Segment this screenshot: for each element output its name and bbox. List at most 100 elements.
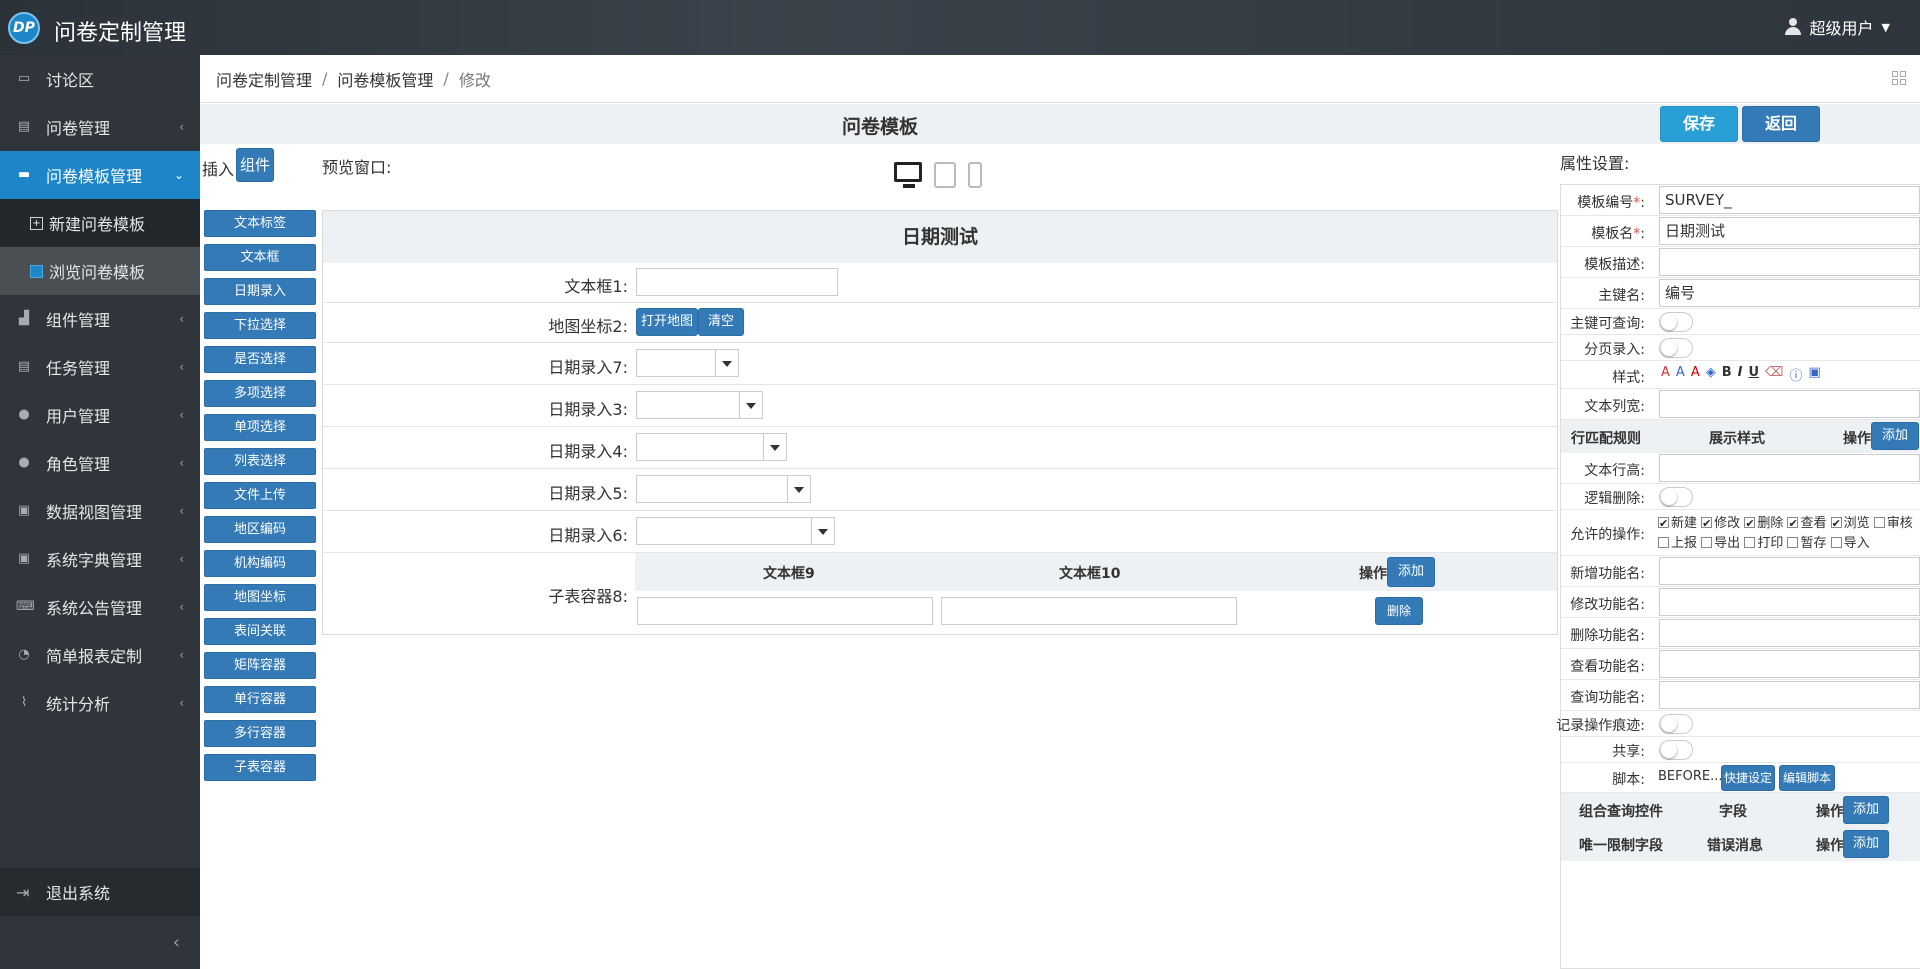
dropdown-arrow-icon[interactable] — [715, 349, 739, 377]
sidebar-item-dataview[interactable]: ▣ 数据视图管理 ‹ — [0, 487, 200, 535]
row-height-input[interactable] — [1659, 454, 1920, 482]
breadcrumb-item[interactable]: 问卷定制管理 — [216, 67, 312, 91]
delete-fn-input[interactable] — [1659, 619, 1920, 647]
op-checkbox[interactable]: 新建 — [1658, 514, 1697, 534]
op-checkbox[interactable]: 审核 — [1873, 516, 1913, 531]
underline-icon[interactable]: U — [1748, 365, 1759, 384]
op-checkbox[interactable]: 删除 — [1744, 514, 1783, 534]
back-button[interactable]: 返回 — [1742, 106, 1820, 142]
component-multi-select[interactable]: 多项选择 — [204, 380, 316, 407]
component-text-label[interactable]: 文本标签 — [204, 210, 316, 237]
pk-input[interactable]: 编号 — [1659, 279, 1920, 307]
op-checkbox[interactable]: 暂存 — [1787, 536, 1826, 551]
italic-icon[interactable]: I — [1738, 365, 1743, 384]
date-input-6[interactable] — [636, 517, 812, 545]
sidebar-item-tasks[interactable]: ▤ 任务管理 ‹ — [0, 343, 200, 391]
sidebar-item-stats[interactable]: ⌇ 统计分析 ‹ — [0, 679, 200, 727]
op-checkbox[interactable]: 导出 — [1701, 536, 1740, 551]
add-fn-input[interactable] — [1659, 557, 1920, 585]
open-map-button[interactable]: 打开地图 — [636, 308, 699, 336]
text-field-1[interactable] — [636, 268, 838, 296]
sidebar-item-components[interactable]: ▟ 组件管理 ‹ — [0, 295, 200, 343]
font-family-icon[interactable]: A — [1661, 365, 1670, 384]
template-no-input[interactable]: SURVEY_ — [1659, 186, 1920, 214]
view-fn-input[interactable] — [1659, 650, 1920, 678]
dropdown-arrow-icon[interactable] — [763, 433, 787, 461]
sidebar-item-browse-template[interactable]: 浏览问卷模板 — [0, 247, 200, 295]
dropdown-arrow-icon[interactable] — [739, 391, 763, 419]
component-multi-row-container[interactable]: 多行容器 — [204, 720, 316, 747]
bold-icon[interactable]: B — [1722, 365, 1732, 384]
save-button[interactable]: 保存 — [1660, 106, 1738, 142]
edit-fn-input[interactable] — [1659, 588, 1920, 616]
eraser-icon[interactable]: ⌫ — [1765, 365, 1783, 384]
date-input-5[interactable] — [636, 475, 788, 503]
share-toggle[interactable] — [1659, 740, 1693, 760]
pk-query-toggle[interactable] — [1659, 312, 1693, 332]
sidebar-item-notice[interactable]: ⌨ 系统公告管理 ‹ — [0, 583, 200, 631]
date-input-4[interactable] — [636, 433, 764, 461]
image-icon[interactable]: ▣ — [1808, 365, 1820, 384]
subtable-add-button[interactable]: 添加 — [1387, 557, 1435, 587]
component-single-select[interactable]: 单项选择 — [204, 414, 316, 441]
component-text-box[interactable]: 文本框 — [204, 244, 316, 271]
op-checkbox[interactable]: 查看 — [1787, 514, 1826, 534]
component-button[interactable]: 组件 — [236, 148, 274, 182]
op-checkbox[interactable]: 导入 — [1830, 536, 1870, 551]
component-subtable-container[interactable]: 子表容器 — [204, 754, 316, 781]
dropdown-arrow-icon[interactable] — [787, 475, 811, 503]
op-checkbox[interactable]: 修改 — [1701, 514, 1740, 534]
sidebar-item-dictionary[interactable]: ▣ 系统字典管理 ‹ — [0, 535, 200, 583]
logic-delete-toggle[interactable] — [1659, 487, 1693, 507]
clear-button[interactable]: 清空 — [698, 308, 744, 336]
sidebar-item-survey[interactable]: ▤ 问卷管理 ‹ — [0, 103, 200, 151]
sidebar-item-report[interactable]: ◔ 简单报表定制 ‹ — [0, 631, 200, 679]
quick-set-button[interactable]: 快捷设定 — [1721, 765, 1775, 791]
sidebar-item-discussion[interactable]: ▭ 讨论区 — [0, 55, 200, 103]
font-size-icon[interactable]: A — [1676, 365, 1685, 384]
query-fn-input[interactable] — [1659, 681, 1920, 709]
col-width-input[interactable] — [1659, 390, 1920, 418]
sidebar-item-new-template[interactable]: + 新建问卷模板 — [0, 199, 200, 247]
edit-script-button[interactable]: 编辑脚本 — [1779, 765, 1835, 791]
sidebar-item-users[interactable]: ● 用户管理 ‹ — [0, 391, 200, 439]
tablet-icon[interactable] — [934, 162, 956, 188]
component-single-row-container[interactable]: 单行容器 — [204, 686, 316, 713]
component-table-link[interactable]: 表间关联 — [204, 618, 316, 645]
component-map-coord[interactable]: 地图坐标 — [204, 584, 316, 611]
grid-icon[interactable] — [1892, 71, 1906, 85]
date-input-3[interactable] — [636, 391, 740, 419]
info-icon[interactable]: ⓘ — [1789, 365, 1802, 384]
template-desc-input[interactable] — [1659, 248, 1920, 276]
combo-add-button[interactable]: 添加 — [1843, 796, 1889, 824]
paging-toggle[interactable] — [1659, 338, 1693, 358]
user-menu[interactable]: 超级用户 ▼ — [1784, 15, 1890, 39]
sidebar-item-roles[interactable]: ● 角色管理 ‹ — [0, 439, 200, 487]
component-file-upload[interactable]: 文件上传 — [204, 482, 316, 509]
component-list-select[interactable]: 列表选择 — [204, 448, 316, 475]
date-input-7[interactable] — [636, 349, 716, 377]
subtable-delete-button[interactable]: 删除 — [1375, 597, 1423, 625]
subtable-text-10[interactable] — [941, 597, 1237, 625]
component-matrix-container[interactable]: 矩阵容器 — [204, 652, 316, 679]
component-region-code[interactable]: 地区编码 — [204, 516, 316, 543]
op-checkbox[interactable]: 浏览 — [1830, 514, 1870, 534]
component-dropdown[interactable]: 下拉选择 — [204, 312, 316, 339]
dropdown-arrow-icon[interactable] — [811, 517, 835, 545]
subtable-text-9[interactable] — [637, 597, 933, 625]
logout-button[interactable]: ⇥ 退出系统 — [0, 868, 200, 916]
phone-icon[interactable] — [968, 162, 982, 188]
record-trace-toggle[interactable] — [1659, 714, 1693, 734]
component-date-input[interactable]: 日期录入 — [204, 278, 316, 305]
breadcrumb-item[interactable]: 问卷模板管理 — [337, 67, 433, 91]
fill-color-icon[interactable]: ◈ — [1706, 365, 1716, 384]
op-checkbox[interactable]: 打印 — [1744, 536, 1783, 551]
sidebar-item-template[interactable]: ▬ 问卷模板管理 ⌄ — [0, 151, 200, 199]
component-org-code[interactable]: 机构编码 — [204, 550, 316, 577]
font-color-icon[interactable]: A — [1691, 365, 1700, 384]
unique-add-button[interactable]: 添加 — [1843, 830, 1889, 858]
op-checkbox[interactable]: 上报 — [1658, 536, 1697, 551]
component-yes-no[interactable]: 是否选择 — [204, 346, 316, 373]
row-match-add-button[interactable]: 添加 — [1871, 422, 1919, 450]
template-name-input[interactable]: 日期测试 — [1659, 217, 1920, 245]
